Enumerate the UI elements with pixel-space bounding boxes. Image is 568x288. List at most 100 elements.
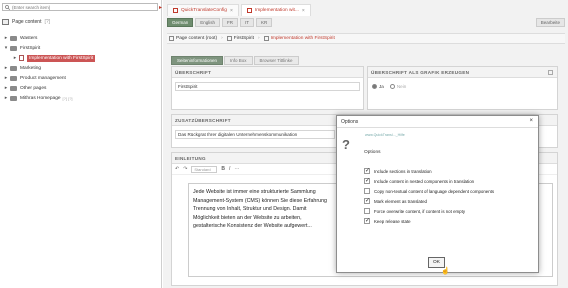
tree-node[interactable]: ▸ Wasters xyxy=(3,33,161,43)
expand-icon[interactable]: ▸ xyxy=(3,85,9,91)
language-button[interactable]: IT xyxy=(240,18,255,27)
headline-input[interactable]: FirstSpirit xyxy=(175,82,360,91)
breadcrumb-label: Page content (root) xyxy=(176,36,218,41)
expand-icon[interactable]: ▸ xyxy=(3,35,9,41)
tab-label: Implementation wit... xyxy=(254,8,299,13)
breadcrumb-item[interactable]: Page content (root) xyxy=(169,36,217,41)
page-tree: ▸ Wasters ▾ FirstSpirit ▸ Implementation with… xyxy=(3,33,161,103)
search-box[interactable]: ▸ xyxy=(2,3,162,11)
option-row[interactable]: Include sections in translation xyxy=(364,166,494,176)
breadcrumb-item[interactable]: Implementation with FirstSpirit xyxy=(263,36,335,41)
radio-no-label: Nein xyxy=(396,84,407,89)
option-row[interactable]: Force overwrite content, if content is n… xyxy=(364,206,494,216)
tree-node[interactable]: ▾ FirstSpirit xyxy=(3,43,161,53)
tree-node-extra: [?] [?] xyxy=(62,95,73,101)
folder-icon xyxy=(10,85,17,91)
search-input[interactable] xyxy=(12,4,142,10)
mouse-cursor-icon: ☝ xyxy=(441,268,450,275)
option-row[interactable]: Include content in nested components in … xyxy=(364,176,494,186)
page-content-extra: [?] xyxy=(44,19,51,25)
option-checkbox[interactable] xyxy=(364,217,370,224)
tree-node[interactable]: ▸ Marketing xyxy=(3,63,161,73)
breadcrumb-item[interactable]: FirstSpirit xyxy=(226,36,254,41)
tab-label: QuickTranslateConfig xyxy=(181,8,227,13)
option-row[interactable]: Keep release state xyxy=(364,216,494,226)
tree-node[interactable]: ▸ Mithras Homepage [?] [?] xyxy=(3,93,161,103)
folder-icon xyxy=(10,45,17,51)
form-tabs: Seiteninformationen Info Box Browser Tittl… xyxy=(171,56,299,65)
page-content-root[interactable]: Page content [?] xyxy=(2,19,50,25)
option-checkbox[interactable] xyxy=(364,208,370,214)
navigation-tree-panel: ▸ Page content [?] ▸Wasters▾FirstSpirit▸… xyxy=(0,0,162,288)
option-row[interactable]: Mark element as translated xyxy=(364,196,494,206)
tree-node[interactable]: ▸ Other pages xyxy=(3,83,161,93)
bold-button[interactable]: B xyxy=(221,166,225,172)
option-checkbox[interactable] xyxy=(364,188,370,194)
option-label: Keep release state xyxy=(374,218,411,224)
edit-mode-button[interactable]: Bearbeite xyxy=(535,18,565,27)
folder-icon xyxy=(10,75,17,81)
radio-no[interactable]: Nein xyxy=(389,84,407,90)
language-button[interactable]: German xyxy=(167,18,194,27)
headline-panel: ÜBERSCHRIFT FirstSpirit xyxy=(171,66,364,110)
option-label: Include sections in translation xyxy=(374,168,432,174)
format-select[interactable]: Standard xyxy=(191,165,218,173)
options-dialog: Options × ? www.QuickTransl..._Hilfe Opt… xyxy=(336,115,539,275)
more-button[interactable]: ··· xyxy=(234,166,239,172)
headline-graphic-radio: Ja Nein xyxy=(372,84,553,90)
folder-icon xyxy=(10,95,17,101)
language-button[interactable]: KR xyxy=(256,18,273,27)
radio-yes-label: Ja xyxy=(379,84,384,89)
language-button[interactable]: English xyxy=(195,18,221,27)
option-checkbox[interactable] xyxy=(364,167,370,174)
editor-tab[interactable]: Implementation wit... × xyxy=(240,4,311,16)
collapse-icon[interactable]: ▾ xyxy=(3,45,9,51)
close-icon[interactable]: × xyxy=(230,8,233,14)
tree-node-label: Implementation with FirstSpirit xyxy=(27,54,96,62)
editor-tab[interactable]: QuickTranslateConfig × xyxy=(167,4,239,16)
expand-icon[interactable]: ▸ xyxy=(3,75,9,81)
page-content-label: Page content xyxy=(12,19,42,25)
redo-icon[interactable]: ↷ xyxy=(183,166,187,172)
help-link[interactable]: www.QuickTransl..._Hilfe xyxy=(365,133,405,137)
breadcrumb-separator: › xyxy=(257,36,260,41)
form-tab[interactable]: Info Box xyxy=(224,56,253,65)
option-label: Include content in nested components in … xyxy=(374,178,475,184)
option-checkbox[interactable] xyxy=(364,177,370,184)
form-tab[interactable]: Browser Tittlinke xyxy=(253,56,299,65)
close-icon[interactable]: × xyxy=(302,8,305,14)
dialog-title: Options xyxy=(337,116,538,128)
expand-icon[interactable]: ▸ xyxy=(12,55,18,61)
italic-button[interactable]: I xyxy=(229,166,230,172)
tree-node-label: Marketing xyxy=(20,65,42,71)
close-icon[interactable]: × xyxy=(529,118,533,124)
expand-icon[interactable]: ▸ xyxy=(3,95,9,101)
language-button[interactable]: FR xyxy=(222,18,239,27)
form-tab[interactable]: Seiteninformationen xyxy=(171,56,224,65)
page-icon xyxy=(246,8,252,13)
options-list: Include sections in translation Include c… xyxy=(364,166,494,226)
page-icon xyxy=(263,36,269,41)
option-row[interactable]: Copy non-textual content of language dep… xyxy=(364,186,494,196)
option-checkbox[interactable] xyxy=(364,197,370,204)
breadcrumb-label: Implementation with FirstSpirit xyxy=(270,36,335,41)
breadcrumb-separator: › xyxy=(221,36,223,41)
folder-icon xyxy=(10,65,17,71)
radio-no-dot xyxy=(389,84,395,90)
page-icon xyxy=(169,36,174,41)
editor-tabs: QuickTranslateConfig × Implementation wit.… xyxy=(167,0,311,16)
option-label: Force overwrite content, if content is n… xyxy=(374,208,466,214)
radio-yes[interactable]: Ja xyxy=(372,84,384,90)
settings-icon[interactable] xyxy=(548,70,553,75)
expand-icon[interactable]: ▸ xyxy=(3,65,9,71)
option-label: Mark element as translated xyxy=(374,198,427,204)
search-arrow-icon[interactable]: ▸ xyxy=(159,4,162,11)
tree-node[interactable]: ▸ Product management xyxy=(3,73,161,83)
page-icon xyxy=(226,36,232,41)
page-content-icon xyxy=(2,19,9,25)
undo-icon[interactable]: ↶ xyxy=(175,166,179,172)
page-icon xyxy=(19,55,24,61)
option-label: Copy non-textual content of language dep… xyxy=(374,188,495,194)
tree-node[interactable]: ▸ Implementation with FirstSpirit xyxy=(3,53,161,63)
subheadline-input[interactable]: Das Rückgrat Ihrer digitalen Unternehmen… xyxy=(175,130,335,139)
